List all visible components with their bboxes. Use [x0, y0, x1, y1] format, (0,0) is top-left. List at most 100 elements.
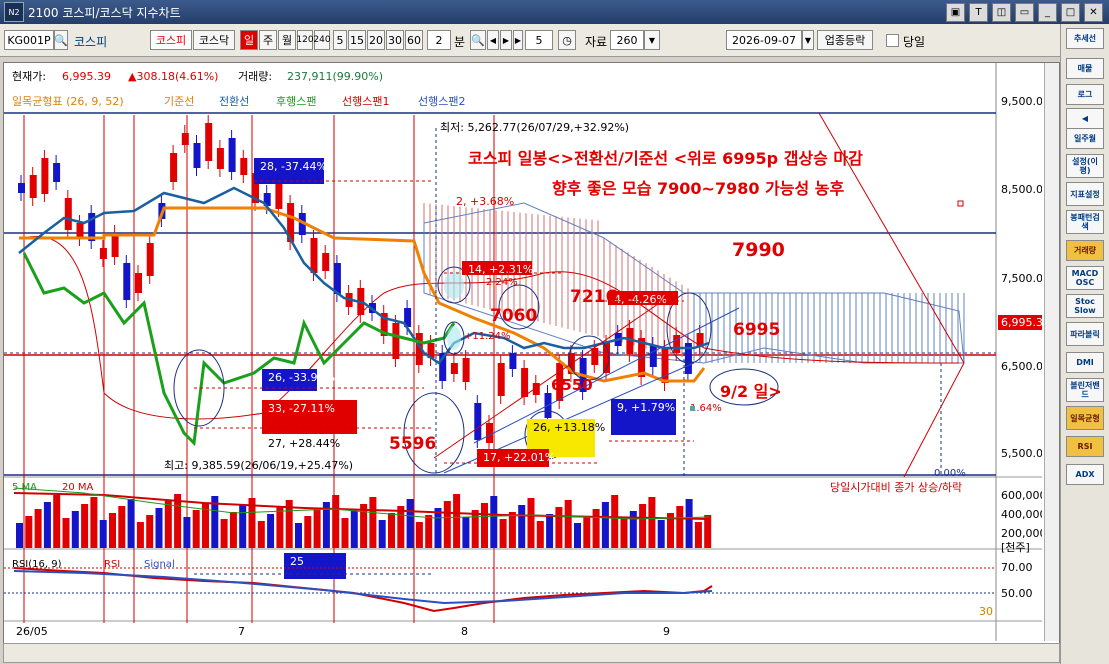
end-icon[interactable]: ▶ — [513, 30, 523, 50]
volume-bar — [508, 512, 516, 548]
volume-bar — [257, 521, 265, 548]
chevron-down-icon[interactable]: ▼ — [644, 30, 660, 50]
annotation-box-label: 9, +1.79% — [617, 401, 675, 414]
annotation-box-label: 14, +2.31% — [468, 263, 533, 276]
rsi-corner: 30 — [979, 605, 993, 618]
pattern-search-button[interactable]: 봉패턴검색 — [1066, 210, 1104, 234]
ma-settings-button[interactable]: 설정(이평) — [1066, 154, 1104, 178]
period-20[interactable]: 20 — [367, 30, 385, 50]
dmi-button[interactable]: DMI — [1066, 352, 1104, 373]
annotation-box-label: 25 — [290, 555, 304, 568]
annotation-box-label: 26, +13.18% — [533, 421, 605, 434]
maximize-button[interactable]: □ — [1061, 3, 1080, 22]
period-15[interactable]: 15 — [348, 30, 366, 50]
tab-kosdaq[interactable]: 코스닥 — [193, 30, 235, 50]
tab-kospi[interactable]: 코스피 — [150, 30, 192, 50]
trend-line[interactable] — [903, 362, 965, 478]
candle-body — [41, 158, 49, 194]
volume-bar — [685, 499, 693, 548]
candle-body — [661, 348, 669, 383]
high-annotation: 최저: 5,262.77(26/07/29,+32.92%) — [440, 121, 629, 134]
split-button[interactable]: ◫ — [992, 3, 1011, 22]
rsi-tick: 70.00 — [1001, 561, 1033, 574]
pin-button[interactable]: ▣ — [946, 3, 965, 22]
period-month[interactable]: 월 — [278, 30, 296, 50]
candle-body — [205, 123, 213, 161]
minimize-button[interactable]: _ — [1038, 3, 1057, 22]
data-count-input[interactable]: 260 — [610, 30, 644, 50]
candle-body — [322, 253, 330, 271]
chart-canvas[interactable]: 현재가: 6,995.39 ▲308.18(4.61%) 거래량: 237,91… — [4, 63, 1054, 641]
vertical-scrollbar[interactable] — [1044, 63, 1059, 641]
log-button[interactable]: 로그 — [1066, 84, 1104, 105]
volume-bar — [564, 500, 572, 548]
volume-button[interactable]: 거래량 — [1066, 240, 1104, 261]
zoom-icon[interactable]: 🔍 — [470, 30, 486, 50]
bollinger-button[interactable]: 볼린저밴드 — [1066, 378, 1104, 402]
rsi-button[interactable]: RSI — [1066, 436, 1104, 457]
horizontal-scrollbar[interactable] — [3, 643, 1060, 663]
legend-conversion-line: 전환선 — [219, 95, 249, 108]
highlight-fill — [447, 326, 461, 350]
candle-body — [486, 423, 493, 443]
volume-bar — [192, 510, 200, 548]
period-switch-button[interactable]: 일주월 — [1066, 128, 1104, 149]
candle-body — [509, 353, 517, 369]
code-name: 코스피 — [74, 35, 108, 49]
volume-profile-button[interactable]: 매물 — [1066, 58, 1104, 79]
current-price-tag: 6,995.39 — [1001, 316, 1042, 329]
today-checkbox[interactable] — [886, 34, 899, 47]
volume-bar — [276, 507, 284, 548]
collapse-icon[interactable]: ◀ — [1066, 108, 1104, 129]
candle-body — [53, 163, 61, 182]
period-60[interactable]: 60 — [405, 30, 423, 50]
candle-body — [111, 233, 119, 257]
adx-button[interactable]: ADX — [1066, 464, 1104, 485]
rsi-legend-signal: Signal — [144, 559, 175, 570]
period-5[interactable]: 5 — [333, 30, 347, 50]
period-120[interactable]: 120 — [296, 30, 314, 50]
volume-bars — [16, 494, 712, 548]
volume-bar — [164, 501, 172, 548]
period-day[interactable]: 일 — [240, 30, 258, 50]
legend-lagging-span: 후행스팬 — [276, 95, 316, 108]
search-icon[interactable]: 🔍 — [54, 30, 68, 50]
volume-bar — [490, 496, 498, 548]
period-240[interactable]: 240 — [313, 30, 331, 50]
date-dropdown-icon[interactable]: ▼ — [802, 30, 814, 50]
vol-unit: [천주] — [1001, 540, 1030, 554]
volume-bar — [536, 521, 544, 548]
code-input[interactable]: KG001P — [4, 30, 54, 50]
title-bar: N2 2100 코스피/코스닥 지수차트 ▣ T ◫ ▭ _ □ ✕ — [0, 0, 1109, 24]
candle-body — [310, 238, 318, 273]
macd-button[interactable]: MACD OSC — [1066, 266, 1104, 290]
volume-bar — [518, 505, 526, 548]
sector-button[interactable]: 업종등락 — [817, 30, 873, 50]
minute-input[interactable]: 2 — [427, 30, 451, 50]
prev-icon[interactable]: ◀ — [487, 30, 499, 50]
window-title: 2100 코스피/코스닥 지수차트 — [28, 5, 181, 20]
period-week[interactable]: 주 — [259, 30, 277, 50]
trendline-button[interactable]: 추세선 — [1066, 28, 1104, 49]
comment-line1: 코스피 일봉<>전환선/기준선 <위로 6995p 갭상승 마감 — [468, 149, 863, 168]
candle-body — [228, 138, 236, 172]
ichimoku-button[interactable]: 일목균형 — [1066, 406, 1104, 430]
candle-body — [240, 158, 248, 175]
parabolic-button[interactable]: 파라볼릭 — [1066, 322, 1104, 346]
date-input[interactable]: 2026-09-07 — [726, 30, 802, 50]
nav-input[interactable]: 5 — [525, 30, 553, 50]
chart-area[interactable]: 현재가: 6,995.39 ▲308.18(4.61%) 거래량: 237,91… — [3, 62, 1060, 644]
text-button[interactable]: T — [969, 3, 988, 22]
stochastic-button[interactable]: Stoc Slow — [1066, 294, 1104, 318]
legend-base-line: 기준선 — [164, 95, 194, 108]
next-icon[interactable]: ▶ — [500, 30, 512, 50]
period-30[interactable]: 30 — [386, 30, 404, 50]
annotation-box-label: 27, +28.44% — [268, 437, 340, 450]
close-button[interactable]: ✕ — [1084, 3, 1103, 22]
clock-icon[interactable]: ◷ — [558, 30, 576, 50]
restore-button[interactable]: ▭ — [1015, 3, 1034, 22]
candle-body — [193, 143, 201, 168]
volume-bar — [694, 522, 702, 548]
volume-bar — [136, 522, 144, 548]
indicator-settings-button[interactable]: 지표설정 — [1066, 182, 1104, 206]
